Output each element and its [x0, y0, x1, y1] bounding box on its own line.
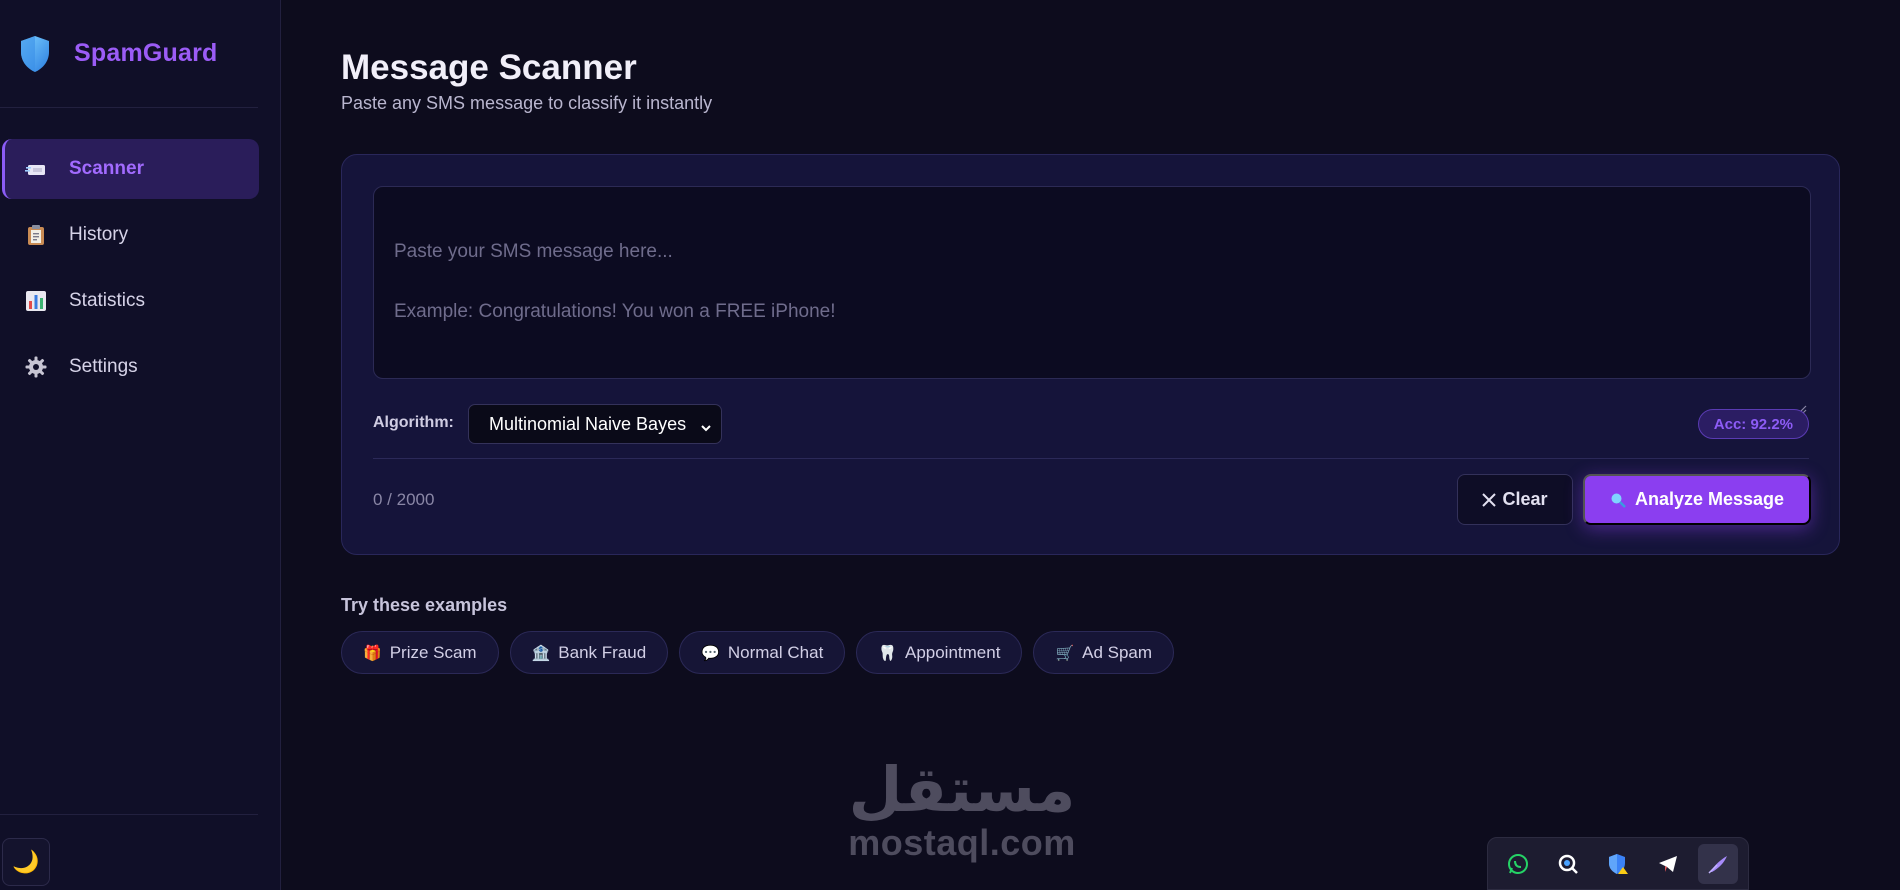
watermark-arabic: مستقل	[848, 753, 1076, 826]
clear-button[interactable]: Clear	[1457, 474, 1573, 525]
page-subtitle: Paste any SMS message to classify it ins…	[341, 93, 713, 113]
accuracy-badge: Acc: 92.2%	[1697, 409, 1809, 439]
algorithm-selected-value: Multinomial Naive Bayes	[489, 413, 687, 434]
search-app-icon[interactable]	[1548, 844, 1588, 884]
clear-button-label: Clear	[1502, 489, 1548, 509]
examples-list: 🎁 Prize Scam 🏦 Bank Fraud 💬 Normal Chat …	[341, 631, 1175, 674]
examples-title: Try these examples	[341, 595, 508, 615]
sidebar-item-label: Statistics	[69, 290, 146, 311]
watermark-latin: mostaql.com	[848, 822, 1076, 863]
message-input[interactable]: Paste your SMS message here... Example: …	[373, 186, 1811, 415]
chevron-down-icon	[700, 418, 712, 439]
sidebar-item-label: Scanner	[69, 158, 144, 179]
security-shield-icon[interactable]	[1598, 844, 1638, 884]
close-icon	[1482, 492, 1497, 507]
tooth-icon: 🦷	[878, 644, 897, 662]
theme-toggle-button[interactable]: 🌙	[2, 838, 50, 886]
scanner-card: Paste your SMS message here... Example: …	[341, 154, 1840, 555]
example-chip-label: Bank Fraud	[558, 642, 647, 662]
char-counter: 0 / 2000	[373, 490, 435, 509]
brand[interactable]: SpamGuard	[0, 0, 258, 108]
feather-icon[interactable]	[1698, 843, 1738, 884]
example-chip-prize-scam[interactable]: 🎁 Prize Scam	[341, 631, 499, 674]
sidebar-item-statistics[interactable]: Statistics	[2, 271, 259, 331]
bank-icon: 🏦	[531, 644, 551, 662]
page-title: Message Scanner	[341, 48, 637, 87]
algorithm-label: Algorithm:	[373, 414, 454, 431]
sidebar-item-history[interactable]: History	[2, 205, 259, 265]
taskbar-tray	[1487, 837, 1749, 890]
example-chip-label: Prize Scam	[389, 642, 477, 662]
bar-chart-icon	[24, 289, 48, 313]
sidebar: SpamGuard Scanner History Statistics Set…	[0, 0, 281, 890]
sidebar-item-settings[interactable]: Settings	[2, 337, 259, 397]
sidebar-footer: 🌙	[0, 814, 258, 890]
example-chip-appointment[interactable]: 🦷 Appointment	[856, 631, 1023, 674]
sidebar-item-scanner[interactable]: Scanner	[2, 139, 259, 199]
whatsapp-icon[interactable]	[1498, 844, 1538, 884]
example-chip-label: Ad Spam	[1082, 642, 1153, 662]
brand-name: SpamGuard	[74, 39, 218, 67]
telegram-icon[interactable]	[1648, 844, 1688, 884]
sidebar-nav: Scanner History Statistics Settings	[0, 108, 280, 397]
analyze-button[interactable]: Analyze Message	[1583, 474, 1811, 525]
gift-icon: 🎁	[363, 644, 382, 662]
sidebar-item-label: History	[69, 224, 129, 245]
speech-bubble-icon: 💬	[701, 644, 720, 662]
shopping-cart-icon: 🛒	[1055, 644, 1075, 662]
moon-icon: 🌙	[12, 849, 40, 874]
example-chip-label: Appointment	[904, 642, 1001, 662]
example-chip-ad-spam[interactable]: 🛒 Ad Spam	[1033, 631, 1175, 674]
example-chip-normal-chat[interactable]: 💬 Normal Chat	[679, 631, 846, 674]
sidebar-item-label: Settings	[69, 356, 138, 377]
search-icon	[1610, 492, 1626, 508]
example-chip-bank-fraud[interactable]: 🏦 Bank Fraud	[509, 631, 669, 674]
resize-handle-icon[interactable]	[1797, 365, 1807, 415]
main-content: Message Scanner Paste any SMS message to…	[281, 0, 1900, 890]
example-chip-label: Normal Chat	[727, 642, 824, 662]
message-placeholder: Paste your SMS message here... Example: …	[394, 241, 836, 322]
analyze-button-label: Analyze Message	[1634, 489, 1785, 509]
app-root: SpamGuard Scanner History Statistics Set…	[0, 0, 1900, 890]
divider	[373, 458, 1809, 459]
watermark-logo: مستقل mostaql.com	[834, 757, 1090, 863]
gear-icon	[24, 355, 48, 379]
shield-icon	[18, 34, 52, 74]
clipboard-icon	[24, 223, 48, 247]
algorithm-select[interactable]: Multinomial Naive Bayes	[468, 404, 722, 444]
inbox-icon	[24, 157, 48, 181]
